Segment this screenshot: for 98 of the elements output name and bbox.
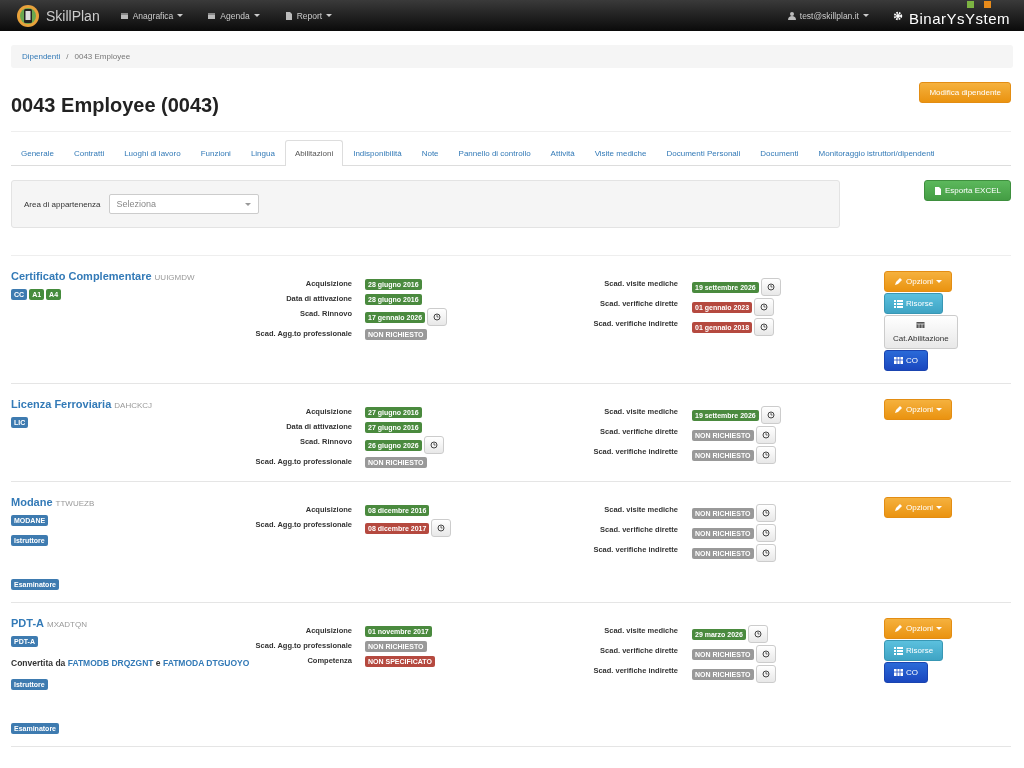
company-logo: BinarYsYstem bbox=[908, 10, 1010, 27]
qualification-code: UUIGMDW bbox=[154, 273, 195, 282]
pencil-icon bbox=[894, 405, 903, 414]
source-link[interactable]: FATMODA DTGUOYO bbox=[162, 658, 250, 668]
logo-square bbox=[983, 1, 991, 8]
history-button[interactable] bbox=[754, 318, 775, 336]
calendar-icon bbox=[119, 11, 129, 20]
tab[interactable]: Note bbox=[411, 140, 449, 166]
clock-icon bbox=[437, 524, 446, 532]
tab[interactable]: Indisponibilità bbox=[343, 140, 412, 166]
pencil-icon bbox=[894, 624, 903, 633]
clock-icon bbox=[761, 529, 770, 537]
history-button[interactable] bbox=[755, 446, 776, 464]
document-icon bbox=[283, 11, 293, 20]
tab[interactable]: Visite mediche bbox=[584, 140, 657, 166]
tab[interactable]: Pannello di controllo bbox=[448, 140, 541, 166]
source-link[interactable]: FATMODB DRQZGNT bbox=[67, 658, 154, 668]
clock-icon bbox=[761, 670, 770, 678]
breadcrumb-link[interactable]: Dipendenti bbox=[22, 52, 61, 61]
qualification-link[interactable]: Licenza Ferroviaria bbox=[11, 398, 112, 410]
logo-square bbox=[966, 1, 974, 8]
tab[interactable]: Luoghi di lavoro bbox=[114, 140, 191, 166]
table-icon bbox=[916, 321, 926, 329]
area-select[interactable]: Seleziona bbox=[108, 194, 259, 214]
tab[interactable]: Funzioni bbox=[190, 140, 241, 166]
co-button[interactable]: CO bbox=[884, 350, 928, 371]
settings-icon bbox=[892, 10, 903, 21]
history-button[interactable] bbox=[755, 665, 776, 683]
history-button[interactable] bbox=[754, 298, 775, 316]
nav-menu[interactable]: Anagrafica bbox=[119, 10, 184, 21]
grid-icon bbox=[894, 356, 903, 365]
nav-menu[interactable]: Report bbox=[283, 10, 333, 21]
caret-icon bbox=[177, 14, 184, 17]
history-button[interactable] bbox=[423, 436, 444, 454]
tab[interactable]: Contratti bbox=[63, 140, 115, 166]
qualification-code: MXADTQN bbox=[47, 620, 87, 629]
file-icon bbox=[933, 186, 942, 195]
caret-icon bbox=[862, 14, 869, 17]
brand-name[interactable]: SkillPlan bbox=[46, 7, 100, 24]
caret-icon bbox=[326, 14, 333, 17]
category-button[interactable]: Cat.Abilitazione bbox=[884, 315, 958, 349]
clock-icon bbox=[761, 509, 770, 517]
history-button[interactable] bbox=[427, 308, 448, 326]
qualification-link[interactable]: Certificato Complementare bbox=[11, 270, 152, 282]
clock-icon bbox=[766, 411, 775, 419]
tab[interactable]: Abilitazioni bbox=[284, 140, 344, 166]
caret-icon bbox=[253, 14, 260, 17]
user-icon bbox=[787, 11, 796, 20]
clock-icon bbox=[753, 630, 762, 638]
tab[interactable]: Attività bbox=[540, 140, 585, 166]
clock-icon bbox=[760, 303, 769, 311]
history-button[interactable] bbox=[755, 645, 776, 663]
tab[interactable]: Lingua bbox=[240, 140, 285, 166]
history-button[interactable] bbox=[760, 278, 781, 296]
clock-icon bbox=[433, 313, 442, 321]
history-button[interactable] bbox=[755, 544, 776, 562]
clock-icon bbox=[760, 323, 769, 331]
user-menu[interactable]: test@skillplan.it bbox=[787, 10, 869, 21]
caret-icon bbox=[936, 506, 943, 509]
list-icon bbox=[894, 646, 903, 655]
breadcrumb-separator: / bbox=[66, 52, 69, 61]
pencil-icon bbox=[894, 503, 903, 512]
calendar-icon bbox=[207, 11, 217, 20]
history-button[interactable] bbox=[755, 504, 776, 522]
history-button[interactable] bbox=[755, 524, 776, 542]
clock-icon bbox=[766, 283, 775, 291]
qualification-code: DAHCKCJ bbox=[114, 401, 153, 410]
qualification-link[interactable]: PDT-A bbox=[11, 617, 44, 629]
breadcrumb-current: 0043 Employee bbox=[74, 52, 131, 61]
caret-icon bbox=[936, 627, 943, 630]
grid-icon bbox=[894, 668, 903, 677]
tab[interactable]: Monitoraggio istruttori/dipendenti bbox=[808, 140, 945, 166]
tab[interactable]: Documenti Personali bbox=[656, 140, 751, 166]
history-button[interactable] bbox=[431, 519, 452, 537]
clock-icon bbox=[429, 441, 438, 449]
history-button[interactable] bbox=[747, 625, 768, 643]
export-excel-button[interactable]: Esporta EXCEL bbox=[923, 180, 1011, 201]
history-button[interactable] bbox=[760, 406, 781, 424]
clock-icon bbox=[761, 549, 770, 557]
clock-icon bbox=[761, 451, 770, 459]
page-title: 0043 Employee (0043) bbox=[11, 94, 219, 117]
history-button[interactable] bbox=[755, 426, 776, 444]
conversion-note: Convertita da FATMODB DRQZGNT e FATMODA DTGUOYO bbox=[11, 657, 251, 670]
app-logo-icon bbox=[16, 3, 40, 28]
nav-menu[interactable]: Agenda bbox=[207, 10, 260, 21]
tab[interactable]: Documenti bbox=[750, 140, 809, 166]
caret-icon bbox=[936, 280, 943, 283]
pencil-icon bbox=[894, 277, 903, 286]
tab[interactable]: Generale bbox=[11, 140, 64, 166]
qualification-link[interactable]: Modane bbox=[11, 496, 53, 508]
caret-icon bbox=[244, 202, 251, 206]
qualification-code: TTWUEZB bbox=[55, 499, 95, 508]
clock-icon bbox=[761, 650, 770, 658]
field-label: Area di appartenenza bbox=[24, 199, 101, 209]
co-button[interactable]: CO bbox=[884, 662, 928, 683]
caret-icon bbox=[936, 408, 943, 411]
clock-icon bbox=[761, 431, 770, 439]
list-icon bbox=[894, 299, 903, 308]
